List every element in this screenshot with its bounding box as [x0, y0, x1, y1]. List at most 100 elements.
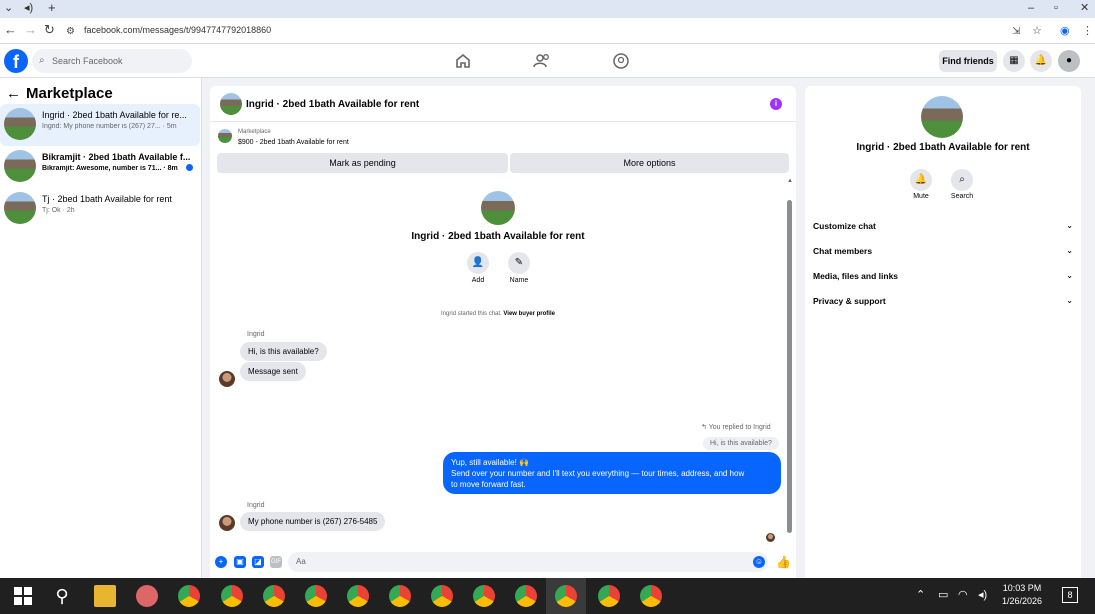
site-info-icon[interactable]: ⚙ — [66, 24, 75, 40]
chevron-down-icon: ⌄ — [1066, 246, 1073, 255]
conversation-item-tj[interactable]: Tj · 2bed 1bath Available for rent Tj: O… — [0, 188, 200, 230]
chrome-profile-icon[interactable] — [515, 585, 537, 607]
add-person-icon[interactable]: 👤 — [467, 252, 489, 274]
forward-icon[interactable]: → — [24, 22, 37, 38]
sticker-icon[interactable]: ◪ — [252, 556, 264, 568]
conversation-info-panel: Ingrid · 2bed 1bath Available for rent 🔔… — [805, 86, 1081, 578]
search-input[interactable]: ⌕ Search Facebook — [32, 49, 192, 73]
incoming-message[interactable]: Hi, is this available? — [240, 342, 327, 361]
chrome-profile-icon[interactable] — [555, 585, 577, 607]
star-icon[interactable]: ☆ — [1032, 23, 1042, 39]
chrome-icon[interactable] — [178, 585, 200, 607]
media-files-section[interactable]: Media, files and links ⌄ — [813, 271, 1073, 281]
incoming-message[interactable]: Message sent — [240, 362, 306, 381]
friends-icon[interactable] — [533, 52, 551, 70]
chrome-profile-icon[interactable] — [221, 585, 243, 607]
chrome-profile-icon[interactable] — [640, 585, 662, 607]
conversation-preview: Bikramjit: Awesome, number is 71... · 8m — [42, 165, 178, 172]
emoji-icon[interactable]: ☺ — [753, 556, 765, 568]
conversation-item-ingrid[interactable]: Ingrid · 2bed 1bath Available for re... … — [0, 104, 200, 146]
chrome-profile-icon[interactable] — [389, 585, 411, 607]
mark-as-pending-button[interactable]: Mark as pending — [217, 153, 508, 173]
profile-icon[interactable]: ◉ — [1060, 23, 1070, 39]
notification-center-icon[interactable]: 8 — [1062, 587, 1078, 603]
chat-members-section[interactable]: Chat members ⌄ — [813, 246, 1073, 256]
find-friends-button[interactable]: Find friends — [939, 50, 997, 72]
reply-arrow-icon: ↰ — [701, 424, 709, 431]
meet-icon[interactable]: ▭ — [938, 588, 948, 601]
chat-avatar[interactable] — [220, 93, 242, 115]
tab-menu-icon[interactable]: ⌄ — [4, 0, 13, 16]
gif-icon[interactable]: GIF — [270, 556, 282, 568]
bell-icon[interactable]: 🔔 — [910, 169, 932, 191]
search-icon[interactable]: ⚲ — [51, 585, 73, 607]
chrome-profile-icon[interactable] — [473, 585, 495, 607]
more-options-button[interactable]: More options — [510, 153, 789, 173]
facebook-logo-icon[interactable]: f — [4, 49, 28, 73]
scroll-up-icon[interactable]: ▲ — [787, 178, 793, 184]
chrome-profile-icon[interactable] — [263, 585, 285, 607]
outgoing-message[interactable]: Yup, still available! 🙌 Send over your n… — [443, 452, 781, 494]
facebook-header: f ⌕ Search Facebook Find friends ▦ 🔔 ● — [0, 44, 1095, 78]
info-icon[interactable]: i — [770, 98, 782, 110]
file-explorer-icon[interactable] — [94, 585, 116, 607]
back-icon[interactable]: ← — [4, 22, 17, 38]
message-input[interactable]: Aa — [288, 552, 768, 572]
conversation-item-bikramjit[interactable]: Bikramjit · 2bed 1bath Available f... Bi… — [0, 146, 200, 188]
plus-icon[interactable]: + — [215, 556, 227, 568]
app-icon[interactable] — [136, 585, 158, 607]
customize-chat-section[interactable]: Customize chat ⌄ — [813, 221, 1073, 231]
home-icon[interactable] — [454, 52, 472, 70]
chevron-up-icon[interactable]: ⌃ — [916, 588, 925, 601]
quoted-message[interactable]: Hi, is this available? — [703, 437, 779, 450]
wifi-icon[interactable]: ◠ — [958, 588, 968, 601]
kebab-menu-icon[interactable]: ⋮ — [1082, 23, 1093, 39]
search-icon[interactable]: ⌕ — [951, 169, 973, 191]
account-avatar[interactable]: ● — [1058, 50, 1080, 72]
outgoing-line: Send over your number and I'll text you … — [451, 469, 745, 478]
listing-thumbnail[interactable] — [218, 129, 232, 143]
reload-icon[interactable]: ↻ — [44, 22, 55, 38]
minimize-icon[interactable]: – — [1028, 0, 1034, 16]
notifications-bell-icon[interactable]: 🔔 — [1030, 50, 1052, 72]
view-buyer-profile-link[interactable]: View buyer profile — [503, 311, 555, 317]
chrome-profile-icon[interactable] — [347, 585, 369, 607]
chrome-profile-icon[interactable] — [431, 585, 453, 607]
restore-icon[interactable]: ▫ — [1054, 0, 1058, 16]
conversation-name: Bikramjit · 2bed 1bath Available f... — [42, 152, 190, 162]
clock-time: 10:03 PM — [1002, 583, 1042, 593]
sender-avatar[interactable] — [219, 515, 235, 531]
windows-start-icon[interactable] — [12, 585, 34, 607]
listing-thumbnail — [4, 192, 36, 224]
message-composer: + ▣ ◪ GIF Aa ☺ 👍 — [210, 548, 796, 578]
incoming-message[interactable]: My phone number is (267) 276-5485 — [240, 512, 386, 531]
chat-scrollbar[interactable]: ▲ — [787, 178, 793, 538]
scrollbar-thumb[interactable] — [787, 200, 792, 533]
new-tab-icon[interactable]: + — [48, 0, 56, 16]
chat-title[interactable]: Ingrid · 2bed 1bath Available for rent — [246, 99, 419, 110]
menu-grid-icon[interactable]: ▦ — [1003, 50, 1025, 72]
photo-icon[interactable]: ▣ — [234, 556, 246, 568]
groups-icon[interactable] — [612, 52, 630, 70]
chevron-down-icon: ⌄ — [1066, 296, 1073, 305]
close-icon[interactable]: ✕ — [1080, 0, 1089, 16]
chrome-profile-icon[interactable] — [598, 585, 620, 607]
privacy-support-section[interactable]: Privacy & support ⌄ — [813, 296, 1073, 306]
pencil-icon[interactable]: ✎ — [508, 252, 530, 274]
clock[interactable]: 10:03 PM 1/26/2026 — [1000, 582, 1044, 608]
outgoing-line: to move forward fast. — [451, 480, 526, 489]
sender-avatar[interactable] — [219, 371, 235, 387]
thumbs-up-icon[interactable]: 👍 — [776, 556, 791, 568]
info-avatar — [921, 96, 963, 138]
reply-indicator: ↰ You replied to Ingrid — [701, 423, 771, 431]
name-label: Name — [509, 277, 529, 284]
url-text[interactable]: facebook.com/messages/t/9947747792018860 — [84, 25, 271, 35]
section-label: Privacy & support — [813, 296, 886, 306]
listing-title[interactable]: $900 - 2bed 1bath Available for rent — [238, 139, 349, 146]
search-icon: ⌕ — [39, 55, 45, 66]
volume-icon[interactable]: ◂) — [978, 588, 987, 601]
marketplace-label: Marketplace — [238, 129, 271, 135]
install-icon[interactable]: ⇲ — [1012, 24, 1020, 40]
back-arrow-icon[interactable]: ← — [6, 85, 21, 102]
chrome-profile-icon[interactable] — [305, 585, 327, 607]
